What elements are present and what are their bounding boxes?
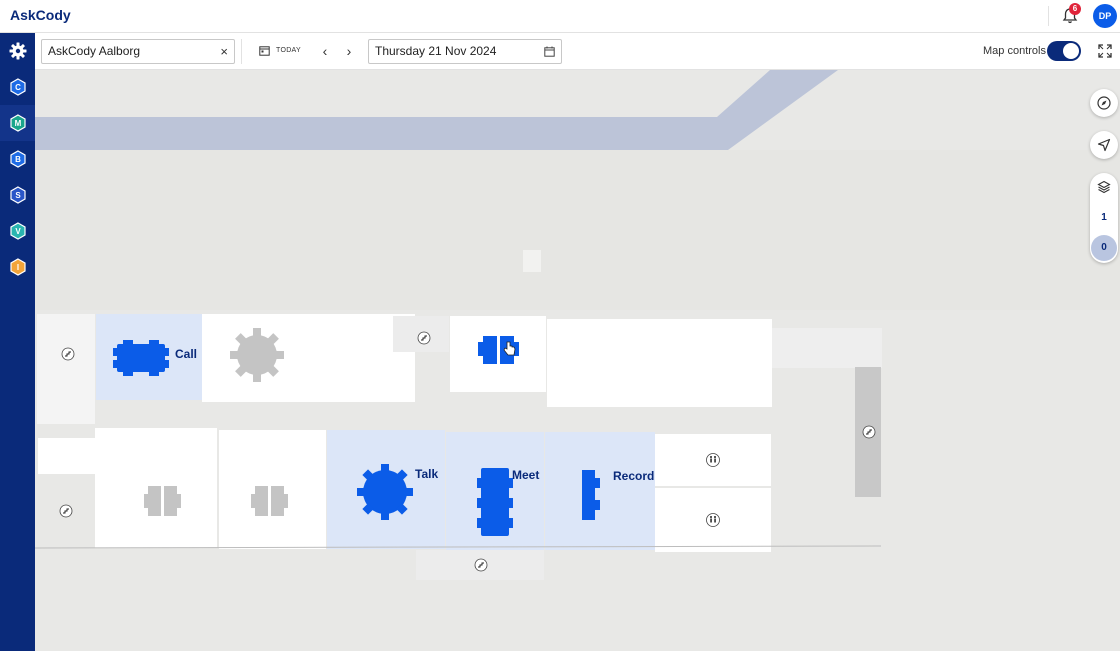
corridor: [772, 328, 882, 368]
clear-location-button[interactable]: ×: [220, 40, 228, 63]
hexagon-m-icon: M: [9, 114, 26, 132]
compass-icon: [1097, 96, 1111, 110]
next-day-button[interactable]: ›: [342, 41, 356, 61]
sidebar-item-module-i[interactable]: I: [0, 249, 35, 285]
round-table-inactive: [230, 328, 284, 382]
talk-round-table[interactable]: [357, 464, 413, 520]
calendar-icon: [544, 46, 555, 57]
module-letter: S: [15, 191, 21, 200]
ground: [35, 150, 1120, 310]
sidebar-item-module-v[interactable]: V: [0, 213, 35, 249]
module-letter: I: [16, 263, 18, 272]
sidebar-item-module-b[interactable]: B: [0, 141, 35, 177]
floor-1-button[interactable]: 1: [1091, 205, 1117, 231]
stairs-icon: [474, 558, 488, 572]
restroom-icon: [706, 453, 720, 467]
stairs-icon: [417, 331, 431, 345]
hexagon-v-icon: V: [9, 222, 26, 240]
hexagon-b-icon: B: [9, 150, 26, 168]
stairs-icon: [862, 425, 876, 439]
previous-day-button[interactable]: ‹: [318, 41, 332, 61]
stairs-icon: [59, 504, 73, 518]
corridor: [37, 314, 95, 424]
floor-plan: [35, 70, 1120, 580]
sidebar-item-module-m[interactable]: M: [0, 105, 35, 141]
divider: [1048, 6, 1049, 26]
sidebar-item-settings[interactable]: [0, 33, 35, 69]
date-value: Thursday 21 Nov 2024: [375, 44, 497, 58]
sidebar-item-module-c[interactable]: C: [0, 69, 35, 105]
restroom-icon: [706, 513, 720, 527]
room-desk[interactable]: [450, 316, 546, 392]
module-letter: C: [15, 83, 21, 92]
stairs-icon: [61, 347, 75, 361]
floor-map[interactable]: Call Talk Meet Record: [35, 70, 1120, 651]
room-label-record: Record: [613, 469, 655, 483]
map-controls-label: Map controls: [983, 45, 1046, 57]
toggle-knob: [1063, 43, 1079, 59]
compass-button[interactable]: [1090, 89, 1118, 117]
room-small[interactable]: [38, 438, 95, 474]
app-logo[interactable]: AskCody: [10, 7, 71, 23]
module-letter: B: [15, 155, 21, 164]
room-label-meet: Meet: [512, 468, 540, 482]
gear-icon: [9, 42, 26, 60]
fullscreen-icon[interactable]: [1098, 44, 1112, 58]
module-letter: V: [15, 227, 21, 236]
notification-count-badge: 6: [1069, 3, 1081, 15]
today-button[interactable]: TODAY: [259, 45, 301, 56]
today-label: TODAY: [276, 47, 301, 54]
floor-selector: 1 0: [1090, 173, 1118, 263]
top-bar: AskCody 6 DP: [0, 0, 1120, 33]
location-value: AskCody Aalborg: [48, 44, 141, 58]
room-record[interactable]: [545, 432, 655, 550]
sidebar-item-module-s[interactable]: S: [0, 177, 35, 213]
hexagon-i-icon: I: [9, 258, 26, 276]
ground-patch: [523, 250, 541, 272]
meet-table[interactable]: [477, 468, 513, 536]
divider: [241, 39, 242, 64]
call-table[interactable]: [113, 340, 169, 376]
hexagon-c-icon: C: [9, 78, 26, 96]
module-letter: M: [14, 119, 21, 128]
floor-0-button[interactable]: 0: [1091, 235, 1117, 261]
room-label-talk: Talk: [415, 467, 439, 481]
toolbar: AskCody Aalborg × TODAY ‹ › Thursday 21 …: [35, 33, 1120, 70]
locate-button[interactable]: [1090, 131, 1118, 159]
room-large[interactable]: [547, 319, 772, 407]
calendar-today-icon: [259, 46, 270, 56]
location-input[interactable]: AskCody Aalborg ×: [41, 39, 235, 64]
layers-icon[interactable]: [1097, 180, 1111, 194]
navigation-arrow-icon: [1097, 138, 1111, 152]
user-avatar[interactable]: DP: [1093, 4, 1117, 28]
road: [35, 70, 838, 150]
date-picker[interactable]: Thursday 21 Nov 2024: [368, 39, 562, 64]
sidebar: C M B S V I: [0, 33, 35, 651]
map-controls-toggle[interactable]: [1047, 41, 1081, 61]
room-label-call: Call: [175, 347, 198, 361]
hexagon-s-icon: S: [9, 186, 26, 204]
